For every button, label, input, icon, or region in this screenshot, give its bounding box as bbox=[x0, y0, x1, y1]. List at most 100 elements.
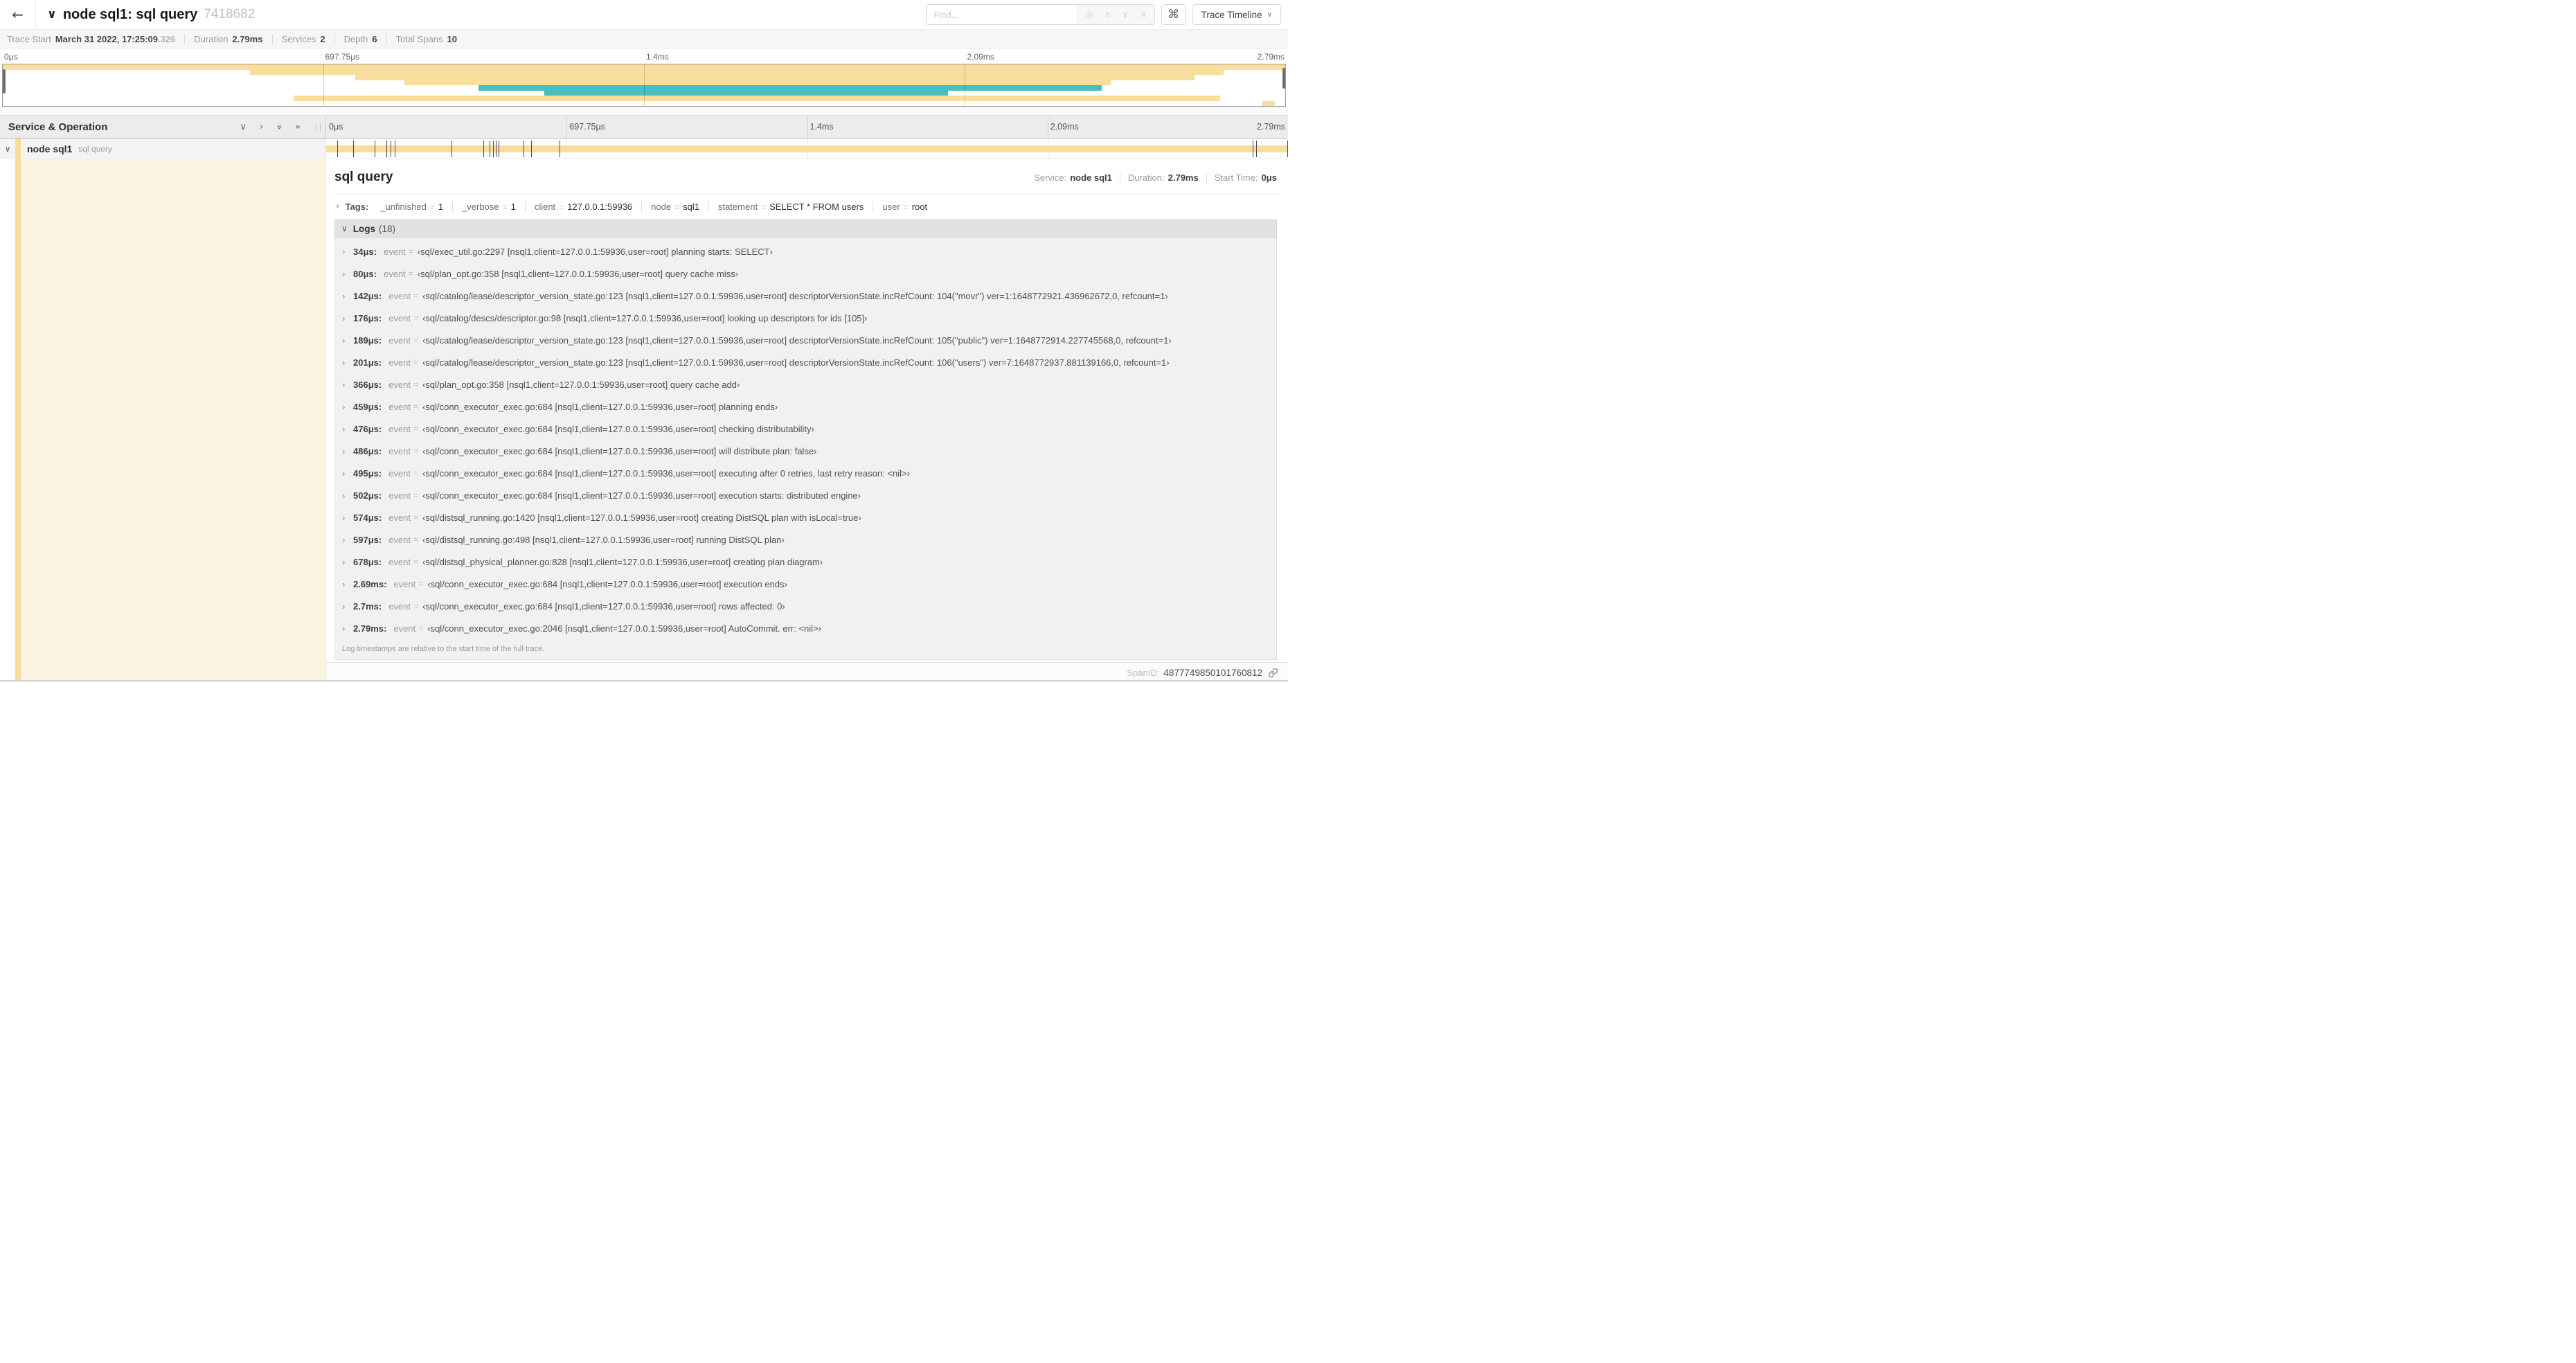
log-field-value: ‹sql/plan_opt.go:358 [nsql1,client=127.0… bbox=[422, 379, 740, 390]
log-row[interactable]: › 2.79ms: event = ‹sql/conn_executor_exec.go… bbox=[337, 617, 1276, 639]
log-row[interactable]: › 2.7ms: event = ‹sql/conn_executor_exec.go:… bbox=[337, 595, 1276, 617]
log-row[interactable]: › 495μs: event = ‹sql/conn_executor_exec.go:… bbox=[337, 462, 1276, 484]
expand-one-icon[interactable]: › bbox=[260, 123, 263, 132]
chevron-up-icon[interactable]: ∧ bbox=[1104, 10, 1111, 20]
log-row[interactable]: › 574μs: event = ‹sql/distsql_running.go:142… bbox=[337, 506, 1276, 528]
log-marker-tick bbox=[337, 141, 338, 157]
equals-sign: = bbox=[413, 357, 419, 367]
log-row[interactable]: › 34μs: event = ‹sql/exec_util.go:2297 [nsql… bbox=[337, 240, 1276, 262]
collapse-all-icon[interactable]: » bbox=[274, 124, 285, 130]
log-row[interactable]: › 678μs: event = ‹sql/distsql_physical_plann… bbox=[337, 551, 1276, 573]
back-button[interactable]: ← bbox=[0, 0, 36, 29]
timeline-header-row: Service & Operation ∨ › » » 0μs 697.75μs 1… bbox=[0, 115, 1288, 139]
log-row[interactable]: › 486μs: event = ‹sql/conn_executor_exec.go:… bbox=[337, 440, 1276, 462]
span-detail-tint bbox=[21, 159, 325, 680]
log-timestamp: 189μs: bbox=[353, 335, 382, 346]
equals-sign: = bbox=[429, 202, 435, 212]
log-row[interactable]: › 142μs: event = ‹sql/catalog/lease/descript… bbox=[337, 285, 1276, 307]
log-row[interactable]: › 2.69ms: event = ‹sql/conn_executor_exec.go… bbox=[337, 573, 1276, 595]
tag-value: SELECT * FROM users bbox=[769, 201, 864, 212]
chevron-right-icon: › bbox=[342, 335, 346, 346]
log-field-key: event bbox=[388, 290, 411, 301]
log-marker-tick bbox=[1287, 141, 1288, 157]
summary-value-suffix: .326 bbox=[157, 33, 176, 44]
keyboard-shortcuts-button[interactable]: ⌘ bbox=[1161, 4, 1186, 25]
log-marker-tick bbox=[483, 141, 485, 157]
equals-sign: = bbox=[413, 313, 419, 323]
column-resize-grip[interactable] bbox=[316, 123, 321, 132]
time-tick-label: 1.4ms bbox=[810, 122, 834, 132]
chevron-down-icon: ∨ bbox=[1267, 10, 1272, 19]
span-detail-row: sql query Service: node sql1 Duration: 2.7… bbox=[0, 159, 1288, 680]
tag-value: 1 bbox=[510, 201, 516, 212]
chevron-right-icon: › bbox=[342, 490, 346, 501]
span-track[interactable] bbox=[325, 139, 1288, 159]
log-timestamp: 459μs: bbox=[353, 401, 382, 412]
top-bar-actions: ◎ ∧ ∨ × ⌘ Trace Timeline ∨ bbox=[926, 4, 1288, 25]
tag-key: node bbox=[651, 201, 672, 212]
log-row[interactable]: › 502μs: event = ‹sql/conn_executor_exec.go:… bbox=[337, 484, 1276, 506]
minimap-span bbox=[544, 90, 948, 96]
clear-icon[interactable]: × bbox=[1140, 10, 1147, 20]
span-duration-bar[interactable] bbox=[326, 145, 1288, 152]
chevron-right-icon[interactable]: › bbox=[336, 201, 340, 212]
span-detail-panel: sql query Service: node sql1 Duration: 2.7… bbox=[325, 159, 1288, 680]
log-timestamp: 2.7ms: bbox=[353, 600, 382, 612]
minimap-canvas[interactable] bbox=[2, 64, 1286, 107]
chevron-right-icon: › bbox=[342, 556, 346, 567]
tag-key: _verbose bbox=[462, 201, 499, 212]
summary-label: Duration bbox=[194, 33, 229, 44]
log-field-value: ‹sql/catalog/lease/descriptor_version_st… bbox=[422, 290, 1168, 301]
time-tick-label: 2.09ms bbox=[967, 52, 994, 62]
log-row[interactable]: › 459μs: event = ‹sql/conn_executor_exec.go:… bbox=[337, 395, 1276, 418]
log-field-key: event bbox=[388, 445, 411, 456]
equals-sign: = bbox=[413, 557, 419, 567]
tag-value: 1 bbox=[438, 201, 444, 212]
log-row[interactable]: › 80μs: event = ‹sql/plan_opt.go:358 [nsql1,… bbox=[337, 262, 1276, 285]
log-row[interactable]: › 366μs: event = ‹sql/plan_opt.go:358 [nsql1… bbox=[337, 373, 1276, 395]
equals-sign: = bbox=[761, 202, 767, 212]
tags-row[interactable]: › Tags: _unfinished = 1 _verbose = 1 client = 12… bbox=[334, 195, 1277, 217]
trace-summary-item: Services 2 bbox=[271, 33, 334, 44]
collapse-one-icon[interactable]: ∨ bbox=[240, 123, 247, 132]
expand-all-icon[interactable]: » bbox=[295, 123, 301, 132]
chevron-down-icon[interactable]: ∨ bbox=[1122, 10, 1129, 20]
log-row[interactable]: › 176μs: event = ‹sql/catalog/descs/descript… bbox=[337, 307, 1276, 329]
column-title: Service & Operation bbox=[8, 121, 108, 133]
logs-header[interactable]: ∨ Logs (18) bbox=[334, 220, 1277, 238]
log-timestamp: 476μs: bbox=[353, 423, 382, 434]
minimap-left-scrubber[interactable] bbox=[3, 69, 6, 93]
find-input[interactable] bbox=[927, 5, 1078, 24]
log-row[interactable]: › 201μs: event = ‹sql/catalog/lease/descript… bbox=[337, 351, 1276, 373]
log-timestamp: 486μs: bbox=[353, 445, 382, 456]
link-icon[interactable] bbox=[1268, 668, 1278, 678]
summary-value: 2.79ms bbox=[232, 33, 263, 44]
chevron-down-icon[interactable]: ∨ bbox=[0, 144, 15, 154]
span-name-cell[interactable]: ∨ node sql1 sql query bbox=[0, 138, 325, 159]
collapse-controls: ∨ › » » bbox=[240, 123, 301, 132]
log-marker-tick bbox=[352, 141, 354, 157]
tag-items: _unfinished = 1 _verbose = 1 client = 127.0.0.1:… bbox=[371, 201, 936, 212]
equals-sign: = bbox=[413, 335, 419, 345]
log-row[interactable]: › 597μs: event = ‹sql/distsql_running.go:498… bbox=[337, 528, 1276, 551]
log-field-key: event bbox=[388, 401, 411, 412]
minimap-right-scrubber[interactable] bbox=[1282, 67, 1285, 89]
log-timestamp: 142μs: bbox=[353, 290, 382, 301]
locate-icon[interactable]: ◎ bbox=[1085, 10, 1093, 20]
equals-sign: = bbox=[413, 402, 419, 411]
log-field-value: ‹sql/conn_executor_exec.go:684 [nsql1,cl… bbox=[422, 445, 817, 456]
log-timestamp: 366μs: bbox=[353, 379, 382, 390]
stat-duration-value: 2.79ms bbox=[1168, 172, 1199, 183]
minimap-gridline bbox=[323, 64, 324, 106]
trace-view-selector[interactable]: Trace Timeline ∨ bbox=[1192, 4, 1281, 25]
minimap-span bbox=[250, 69, 1224, 75]
log-marker-tick bbox=[531, 141, 533, 157]
log-row[interactable]: › 189μs: event = ‹sql/catalog/lease/descript… bbox=[337, 329, 1276, 351]
span-id-label: SpanID: bbox=[1127, 668, 1160, 678]
log-row[interactable]: › 476μs: event = ‹sql/conn_executor_exec.go:… bbox=[337, 418, 1276, 440]
time-tick-label: 2.09ms bbox=[1050, 122, 1079, 132]
equals-sign: = bbox=[413, 380, 419, 389]
trace-collapse-icon[interactable]: ∨ bbox=[47, 8, 57, 21]
trace-summary-item: Total Spans 10 bbox=[386, 33, 466, 44]
span-color-strip bbox=[15, 159, 21, 680]
